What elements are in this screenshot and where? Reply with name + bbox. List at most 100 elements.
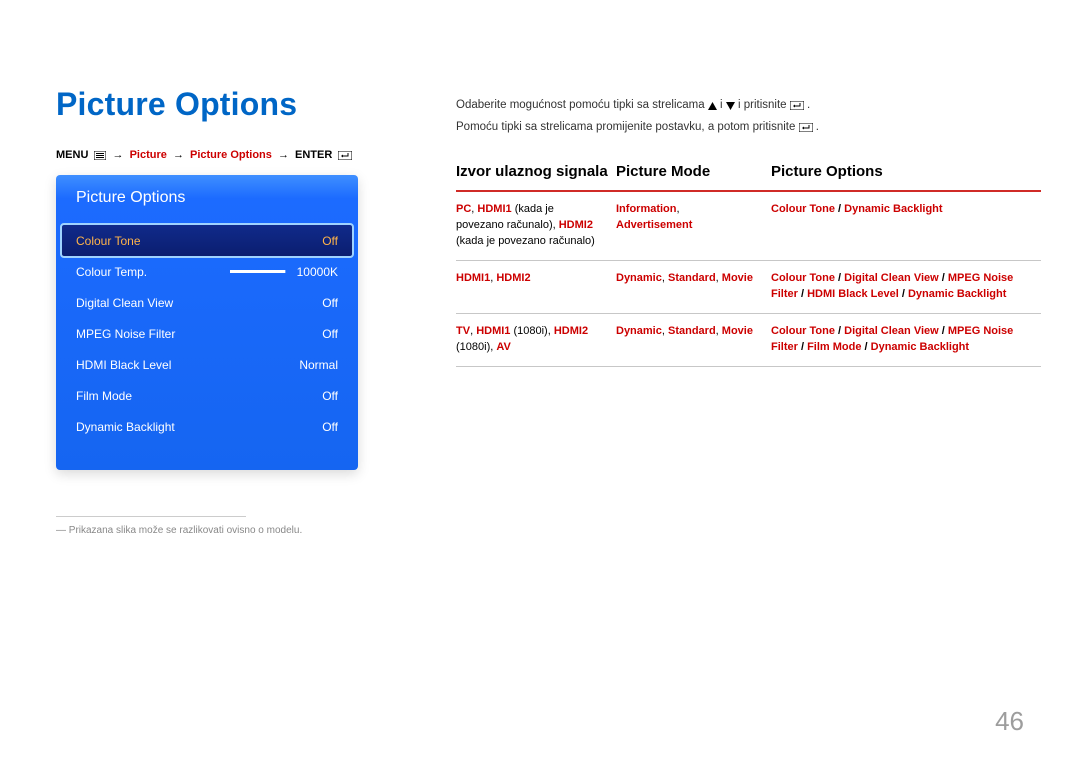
arrow-icon: → xyxy=(113,149,124,161)
panel-row[interactable]: Dynamic BacklightOff xyxy=(56,411,358,442)
panel-row-label: Colour Temp. xyxy=(76,265,230,279)
text-run: HDMI2 xyxy=(496,272,530,284)
panel-row[interactable]: HDMI Black LevelNormal xyxy=(56,349,358,380)
instr-text: i pritisnite xyxy=(738,99,790,111)
breadcrumb: MENU → Picture → Picture Options → ENTER xyxy=(56,149,396,161)
text-run: HDMI1 xyxy=(477,203,511,215)
text-run: Information xyxy=(616,203,677,215)
text-run: / xyxy=(835,203,844,215)
panel-header: Picture Options xyxy=(56,175,358,225)
panel-row-value: 10000K xyxy=(292,265,338,279)
instruction-line-2: Pomoću tipki sa strelicama promijenite p… xyxy=(456,118,1041,140)
picture-options-panel: Picture Options Colour ToneOffColour Tem… xyxy=(56,175,358,470)
instr-text: . xyxy=(807,99,810,111)
page-title: Picture Options xyxy=(56,86,396,123)
slider-icon xyxy=(230,270,286,273)
text-run: Dynamic Backlight xyxy=(908,288,1006,300)
text-run: , xyxy=(677,203,680,215)
panel-row[interactable]: MPEG Noise FilterOff xyxy=(56,318,358,349)
text-run: AV xyxy=(496,341,510,353)
arrow-icon: → xyxy=(278,149,289,161)
enter-icon xyxy=(338,149,352,161)
panel-row-value: Off xyxy=(292,327,338,341)
panel-row[interactable]: Colour Temp. 10000K xyxy=(56,256,358,287)
text-run: / xyxy=(798,341,807,353)
text-run: / xyxy=(939,272,948,284)
enter-icon xyxy=(799,120,813,140)
text-run: Film Mode xyxy=(807,341,861,353)
text-run: / xyxy=(861,341,870,353)
instr-text: Odaberite mogućnost pomoću tipki sa stre… xyxy=(456,99,708,111)
panel-row-value: Off xyxy=(292,234,338,248)
bc-picture: Picture xyxy=(130,149,167,161)
enter-icon xyxy=(790,98,804,118)
bc-menu: MENU xyxy=(56,149,88,161)
page-number: 46 xyxy=(995,706,1024,737)
text-run: Colour Tone xyxy=(771,203,835,215)
table-cell: Colour Tone / Digital Clean View / MPEG … xyxy=(771,313,1041,366)
table-cell: TV, HDMI1 (1080i), HDMI2 (1080i), AV xyxy=(456,313,616,366)
panel-row[interactable]: Digital Clean ViewOff xyxy=(56,287,358,318)
left-column: Picture Options MENU → Picture → Picture… xyxy=(56,86,396,536)
table-row: TV, HDMI1 (1080i), HDMI2 (1080i), AVDyna… xyxy=(456,313,1041,366)
text-run: Dynamic xyxy=(616,272,662,284)
text-run: / xyxy=(835,272,844,284)
table-cell: Colour Tone / Dynamic Backlight xyxy=(771,191,1041,260)
table-row: HDMI1, HDMI2Dynamic, Standard, MovieColo… xyxy=(456,260,1041,313)
text-run: HDMI1 xyxy=(476,325,510,337)
triangle-up-icon xyxy=(708,98,717,118)
panel-row-value: Off xyxy=(292,389,338,403)
table-cell: HDMI1, HDMI2 xyxy=(456,260,616,313)
table-row: PC, HDMI1 (kada je povezano računalo), H… xyxy=(456,191,1041,260)
text-run: Advertisement xyxy=(616,219,692,231)
panel-row-label: HDMI Black Level xyxy=(76,358,292,372)
text-run: Dynamic Backlight xyxy=(871,341,969,353)
panel-row-label: Film Mode xyxy=(76,389,292,403)
text-run: Colour Tone xyxy=(771,325,835,337)
text-run: TV xyxy=(456,325,470,337)
panel-row[interactable]: Film ModeOff xyxy=(56,380,358,411)
text-run: Movie xyxy=(722,325,753,337)
table-cell: Dynamic, Standard, Movie xyxy=(616,313,771,366)
bc-enter: ENTER xyxy=(295,149,332,161)
text-run: HDMI1 xyxy=(456,272,490,284)
text-run: Digital Clean View xyxy=(844,272,939,284)
instr-text: . xyxy=(816,121,819,133)
text-run: Dynamic xyxy=(616,325,662,337)
panel-row-value: Off xyxy=(292,420,338,434)
text-run: HDMI2 xyxy=(559,219,593,231)
instruction-line-1: Odaberite mogućnost pomoću tipki sa stre… xyxy=(456,96,1041,118)
footnote: ― Prikazana slika može se razlikovati ov… xyxy=(56,525,396,536)
footnote-rule xyxy=(56,516,246,517)
text-run: HDMI2 xyxy=(554,325,588,337)
text-run: / xyxy=(835,325,844,337)
table-cell: Dynamic, Standard, Movie xyxy=(616,260,771,313)
panel-row-label: MPEG Noise Filter xyxy=(76,327,292,341)
triangle-down-icon xyxy=(726,98,735,118)
text-run: (1080i), xyxy=(456,341,496,353)
arrow-icon: → xyxy=(173,149,184,161)
bc-picture-options: Picture Options xyxy=(190,149,272,161)
panel-row-value: Normal xyxy=(292,358,338,372)
text-run: / xyxy=(899,288,908,300)
text-run: Movie xyxy=(722,272,753,284)
text-run: Dynamic Backlight xyxy=(844,203,942,215)
th-picture-mode: Picture Mode xyxy=(616,163,771,191)
options-table: Izvor ulaznog signala Picture Mode Pictu… xyxy=(456,163,1041,367)
instr-text: Pomoću tipki sa strelicama promijenite p… xyxy=(456,121,799,133)
right-column: Odaberite mogućnost pomoću tipki sa stre… xyxy=(396,86,1041,367)
th-signal-source: Izvor ulaznog signala xyxy=(456,163,616,191)
th-picture-options: Picture Options xyxy=(771,163,1041,191)
text-run: Digital Clean View xyxy=(844,325,939,337)
text-run: / xyxy=(798,288,807,300)
text-run: Colour Tone xyxy=(771,272,835,284)
panel-row-label: Digital Clean View xyxy=(76,296,292,310)
panel-row[interactable]: Colour ToneOff xyxy=(62,225,352,256)
table-cell: PC, HDMI1 (kada je povezano računalo), H… xyxy=(456,191,616,260)
text-run: / xyxy=(939,325,948,337)
panel-row-value: Off xyxy=(292,296,338,310)
menu-icon xyxy=(94,149,106,161)
table-cell: Colour Tone / Digital Clean View / MPEG … xyxy=(771,260,1041,313)
panel-row-label: Dynamic Backlight xyxy=(76,420,292,434)
text-run: Standard xyxy=(668,325,716,337)
